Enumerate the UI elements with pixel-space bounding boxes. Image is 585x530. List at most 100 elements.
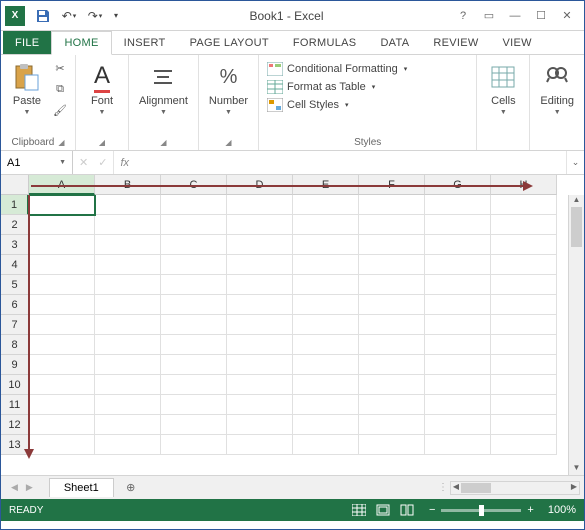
cell[interactable] (227, 255, 293, 275)
fx-label[interactable]: fx (114, 151, 135, 174)
cell[interactable] (425, 215, 491, 235)
format-as-table-button[interactable]: Format as Table ▾ (265, 79, 409, 95)
zoom-slider[interactable] (441, 509, 521, 512)
cell[interactable] (293, 375, 359, 395)
row-header[interactable]: 9 (1, 355, 29, 375)
ribbon-display-button[interactable]: ▭ (476, 5, 502, 27)
cell-styles-button[interactable]: Cell Styles ▾ (265, 97, 409, 113)
cell[interactable] (161, 215, 227, 235)
page-layout-view-button[interactable] (371, 501, 395, 519)
cell[interactable] (161, 295, 227, 315)
redo-button[interactable]: ↷▾ (83, 4, 107, 28)
cell[interactable] (161, 375, 227, 395)
cell[interactable] (29, 275, 95, 295)
cell[interactable] (491, 275, 557, 295)
cell[interactable] (161, 195, 227, 215)
sheet-nav-prev[interactable]: ◀ (11, 482, 18, 493)
cell[interactable] (491, 375, 557, 395)
cell[interactable] (359, 295, 425, 315)
page-break-view-button[interactable] (395, 501, 419, 519)
cell[interactable] (29, 355, 95, 375)
cell[interactable] (293, 275, 359, 295)
scroll-up-arrow[interactable]: ▲ (569, 195, 584, 207)
cell[interactable] (95, 315, 161, 335)
cell[interactable] (425, 395, 491, 415)
cell[interactable] (359, 315, 425, 335)
clipboard-launcher[interactable]: ◢ (58, 138, 64, 147)
cells-button[interactable]: Cells ▼ (483, 59, 523, 118)
cell[interactable] (293, 235, 359, 255)
editing-button[interactable]: Editing ▼ (536, 59, 578, 118)
cell[interactable] (161, 395, 227, 415)
cell[interactable] (293, 335, 359, 355)
cell[interactable] (161, 275, 227, 295)
cell[interactable] (293, 355, 359, 375)
cell[interactable] (95, 215, 161, 235)
cell[interactable] (359, 375, 425, 395)
paste-button[interactable]: Paste ▼ (7, 59, 47, 118)
cell[interactable] (29, 215, 95, 235)
tab-home[interactable]: HOME (51, 31, 111, 55)
cell[interactable] (227, 435, 293, 455)
cell[interactable] (425, 355, 491, 375)
cell[interactable] (491, 255, 557, 275)
cell[interactable] (95, 275, 161, 295)
select-all-corner[interactable] (1, 175, 29, 195)
cell[interactable] (29, 255, 95, 275)
cell[interactable] (425, 255, 491, 275)
cell[interactable] (29, 315, 95, 335)
cell[interactable] (491, 195, 557, 215)
name-box[interactable]: A1 ▼ (1, 151, 73, 174)
tab-review[interactable]: REVIEW (421, 31, 490, 54)
cell[interactable] (491, 335, 557, 355)
enter-formula-button[interactable]: ✓ (98, 156, 107, 169)
cell[interactable] (95, 415, 161, 435)
cell[interactable] (293, 435, 359, 455)
cell[interactable] (29, 415, 95, 435)
vertical-scrollbar[interactable]: ▲ ▼ (568, 195, 584, 475)
tab-page-layout[interactable]: PAGE LAYOUT (178, 31, 281, 54)
cell[interactable] (491, 315, 557, 335)
cell[interactable] (95, 195, 161, 215)
cell[interactable] (227, 275, 293, 295)
cell[interactable] (95, 335, 161, 355)
scroll-down-arrow[interactable]: ▼ (569, 463, 584, 475)
conditional-formatting-button[interactable]: Conditional Formatting ▾ (265, 61, 409, 77)
tab-formulas[interactable]: FORMULAS (281, 31, 369, 54)
row-header[interactable]: 1 (1, 195, 29, 215)
cell[interactable] (425, 375, 491, 395)
normal-view-button[interactable] (347, 501, 371, 519)
cell[interactable] (293, 195, 359, 215)
split-grip[interactable]: ⋮ (438, 482, 446, 493)
cell[interactable] (29, 195, 95, 215)
cell[interactable] (227, 375, 293, 395)
cell[interactable] (95, 295, 161, 315)
formula-expand-button[interactable]: ⌄ (566, 151, 584, 174)
cell[interactable] (425, 415, 491, 435)
cell[interactable] (227, 355, 293, 375)
save-button[interactable] (31, 4, 55, 28)
cell[interactable] (227, 195, 293, 215)
sheet-tab[interactable]: Sheet1 (49, 478, 114, 497)
cell[interactable] (161, 255, 227, 275)
row-header[interactable]: 12 (1, 415, 29, 435)
cell[interactable] (425, 295, 491, 315)
cell[interactable] (293, 215, 359, 235)
add-sheet-button[interactable]: ⊕ (120, 477, 142, 499)
row-header[interactable]: 8 (1, 335, 29, 355)
cell[interactable] (425, 335, 491, 355)
qat-customize-button[interactable]: ▾ (109, 4, 123, 28)
cell[interactable] (227, 315, 293, 335)
font-launcher[interactable]: ◢ (99, 138, 105, 147)
cell[interactable] (293, 395, 359, 415)
cell[interactable] (161, 335, 227, 355)
cell[interactable] (359, 415, 425, 435)
format-painter-button[interactable]: 🖌 (51, 101, 69, 119)
cell[interactable] (359, 255, 425, 275)
horizontal-scrollbar[interactable]: ◀ ▶ (450, 481, 580, 495)
cell[interactable] (359, 435, 425, 455)
cell[interactable] (359, 395, 425, 415)
cell[interactable] (29, 235, 95, 255)
cell[interactable] (95, 375, 161, 395)
cell[interactable] (491, 355, 557, 375)
